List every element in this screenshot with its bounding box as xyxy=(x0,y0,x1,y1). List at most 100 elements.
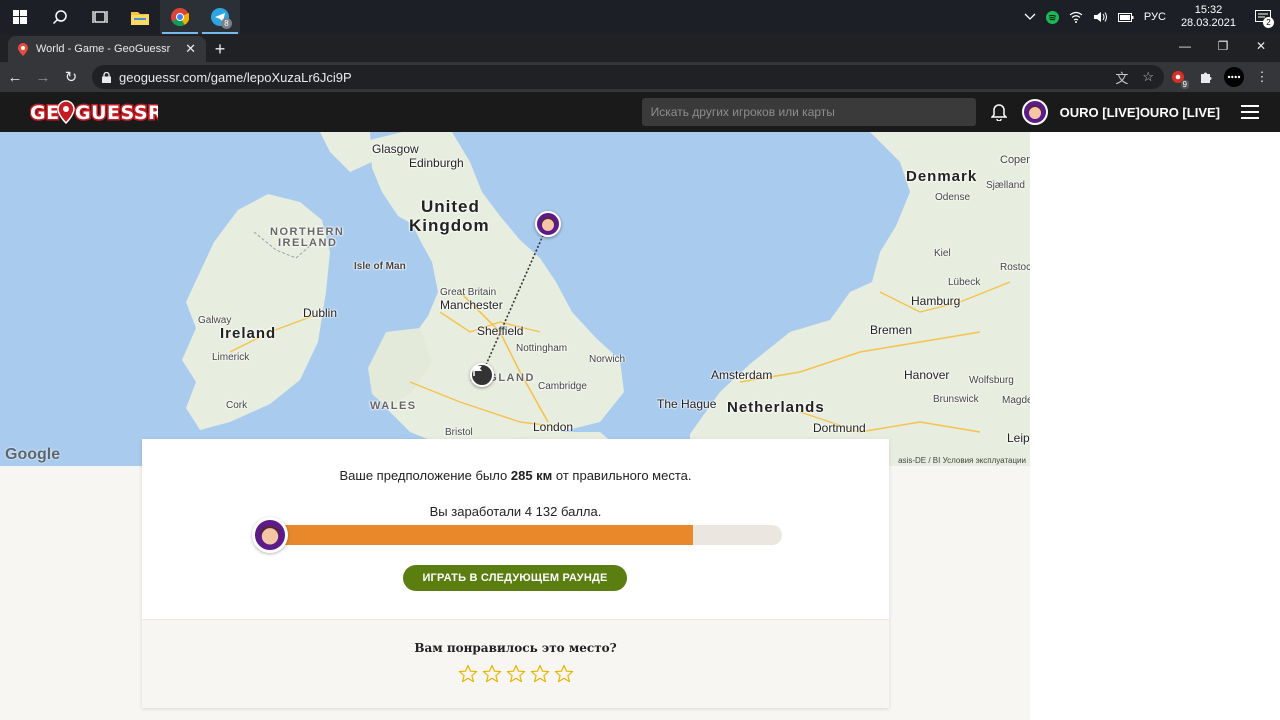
tab-close-icon[interactable]: ✕ xyxy=(185,41,196,57)
rating-stars xyxy=(142,664,889,684)
forward-icon[interactable]: → xyxy=(30,64,56,90)
spotify-icon[interactable] xyxy=(1041,10,1064,24)
google-logo: Google xyxy=(5,446,61,463)
map-label-united: United xyxy=(421,197,480,216)
extension-icon[interactable]: 9 xyxy=(1164,64,1192,90)
star-outline-icon[interactable] xyxy=(530,664,550,684)
map-label-ireland-ni: IRELAND xyxy=(278,237,338,249)
map-label-sjaelland: Sjælland xyxy=(986,180,1025,191)
correct-location-flag-icon[interactable] xyxy=(470,363,494,387)
search-icon[interactable] xyxy=(40,0,80,34)
task-view-icon[interactable] xyxy=(80,0,120,34)
extensions-puzzle-icon[interactable] xyxy=(1192,64,1220,90)
star-outline-icon[interactable] xyxy=(482,664,502,684)
hamburger-menu-icon[interactable] xyxy=(1220,105,1280,119)
guess-distance-text: Ваше предположение было 285 км от правил… xyxy=(142,468,889,483)
map-label-isle-of-man: Isle of Man xyxy=(354,261,406,272)
telegram-badge: 8 xyxy=(221,18,232,29)
star-outline-icon[interactable] xyxy=(554,664,574,684)
map-label-amsterdam: Amsterdam xyxy=(711,368,773,382)
bell-icon[interactable] xyxy=(976,103,1022,121)
map-label-copenhagen: Copen xyxy=(1000,154,1030,166)
browser-tab[interactable]: World - Game - GeoGuessr ✕ xyxy=(8,36,206,62)
guess-prefix: Ваше предположение было xyxy=(339,468,508,483)
minimize-icon[interactable]: — xyxy=(1166,34,1204,58)
notification-center-icon[interactable]: 2 xyxy=(1246,0,1280,34)
browser-menu-icon[interactable]: ⋮ xyxy=(1248,64,1276,90)
map-label-limerick: Limerick xyxy=(212,352,250,363)
map-label-cork: Cork xyxy=(226,400,248,411)
score-bar-track xyxy=(270,525,782,545)
address-bar[interactable]: geoguessr.com/game/lepoXuzaLr6Jci9P 文 ☆ xyxy=(92,65,1164,89)
score-progress xyxy=(252,517,782,555)
map-label-leipzig: Leip xyxy=(1007,431,1030,445)
username[interactable]: OURO [LIVE]OURO [LIVE] xyxy=(1060,105,1220,120)
map-label-nottingham: Nottingham xyxy=(516,343,568,354)
reload-icon[interactable]: ↻ xyxy=(58,64,84,90)
star-outline-icon[interactable] xyxy=(458,664,478,684)
map-label-manchester: Manchester xyxy=(440,298,503,312)
map-label-netherlands: Netherlands xyxy=(727,399,825,416)
map-label-dortmund: Dortmund xyxy=(813,421,866,435)
bookmark-star-icon[interactable]: ☆ xyxy=(1142,69,1154,85)
map-label-kingdom: Kingdom xyxy=(409,216,490,235)
extension-badge: 9 xyxy=(1180,80,1189,89)
user-avatar[interactable] xyxy=(1021,99,1048,125)
notification-count: 2 xyxy=(1263,17,1274,28)
score-avatar xyxy=(252,517,288,553)
telegram-icon[interactable]: 8 xyxy=(200,0,240,34)
map-label-norwich: Norwich xyxy=(589,354,626,365)
guess-marker[interactable] xyxy=(535,211,561,237)
battery-icon[interactable] xyxy=(1113,12,1139,22)
player-search-input[interactable] xyxy=(641,98,976,126)
windows-icon[interactable] xyxy=(0,0,40,34)
tab-title: World - Game - GeoGuessr xyxy=(36,43,171,55)
map-label-lubeck: Lübeck xyxy=(948,277,981,288)
language-indicator[interactable]: РУС xyxy=(1139,11,1171,23)
profile-avatar[interactable] xyxy=(1220,64,1248,90)
close-window-icon[interactable]: ✕ xyxy=(1242,34,1280,58)
map-canvas xyxy=(182,132,1030,466)
chrome-icon[interactable] xyxy=(160,0,200,34)
score-bar-fill xyxy=(270,525,694,545)
url-text: geoguessr.com/game/lepoXuzaLr6Jci9P xyxy=(119,69,352,85)
translate-icon[interactable]: 文 xyxy=(1115,68,1128,87)
result-map[interactable]: Glasgow Edinburgh United Kingdom Isle of… xyxy=(0,132,1030,466)
map-label-glasgow: Glasgow xyxy=(372,142,419,156)
svg-text:GUESSR: GUESSR xyxy=(75,102,158,124)
map-label-magdeburg: Magde xyxy=(1002,395,1030,406)
map-label-wolfsburg: Wolfsburg xyxy=(969,375,1014,386)
browser-tab-strip: World - Game - GeoGuessr ✕ + — ❐ ✕ xyxy=(0,34,1280,62)
right-panel xyxy=(1030,132,1280,720)
map-label-dublin: Dublin xyxy=(303,306,338,320)
back-icon[interactable]: ← xyxy=(2,64,28,90)
map-label-galway: Galway xyxy=(198,315,232,326)
browser-toolbar: ← → ↻ geoguessr.com/game/lepoXuzaLr6Jci9… xyxy=(0,62,1280,92)
map-label-bristol: Bristol xyxy=(445,427,473,438)
restore-icon[interactable]: ❐ xyxy=(1204,34,1242,58)
map-label-wales: WALES xyxy=(370,400,417,412)
map-label-brunswick: Brunswick xyxy=(933,394,979,405)
play-next-round-button[interactable]: ИГРАТЬ В СЛЕДУЮЩЕМ РАУНДЕ xyxy=(403,565,627,591)
clock[interactable]: 15:32 28.03.2021 xyxy=(1171,4,1246,30)
clock-date: 28.03.2021 xyxy=(1180,17,1236,29)
map-attribution[interactable]: asis-DE / BI Условия эксплуатации xyxy=(898,456,1026,465)
map-label-ireland: Ireland xyxy=(220,325,277,342)
file-explorer-icon[interactable] xyxy=(120,0,160,34)
map-label-rostock: Rostoc xyxy=(1000,262,1030,273)
map-label-sheffield: Sheffield xyxy=(477,324,524,338)
rating-section: Вам понравилось это место? xyxy=(142,619,889,708)
wifi-icon[interactable] xyxy=(1064,11,1088,23)
map-label-bremen: Bremen xyxy=(870,323,913,337)
window-controls: — ❐ ✕ xyxy=(1166,34,1280,62)
star-outline-icon[interactable] xyxy=(506,664,526,684)
windows-taskbar: 8 РУС 15:32 28.03.2021 2 xyxy=(0,0,1280,34)
volume-icon[interactable] xyxy=(1088,11,1113,23)
guess-suffix: от правильного места. xyxy=(555,468,692,483)
map-label-edinburgh: Edinburgh xyxy=(409,156,464,170)
result-summary: Ваше предположение было 285 км от правил… xyxy=(142,439,889,619)
geoguessr-logo[interactable]: GE GUESSR xyxy=(30,99,158,125)
svg-text:GE: GE xyxy=(30,102,60,124)
chevron-up-icon[interactable] xyxy=(1019,13,1041,21)
new-tab-icon[interactable]: + xyxy=(206,36,234,62)
